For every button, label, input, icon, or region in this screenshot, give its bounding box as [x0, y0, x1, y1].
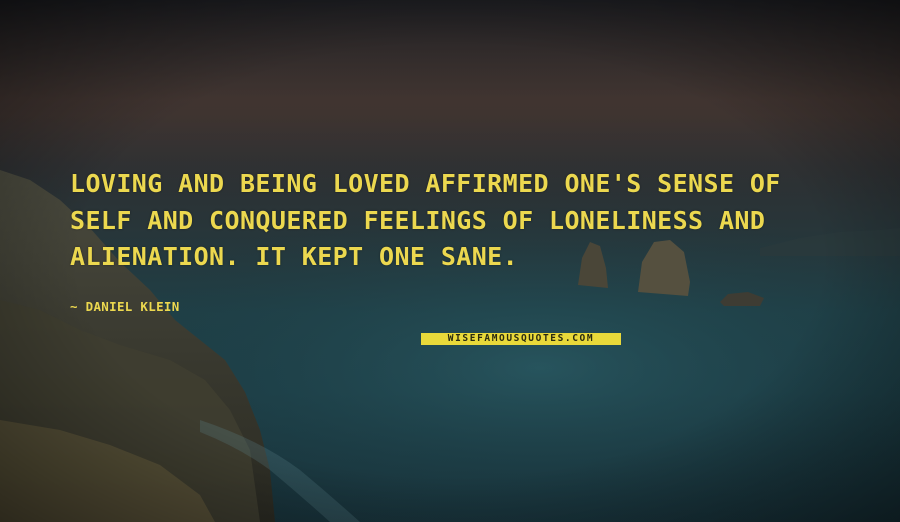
quote-text: LOVING AND BEING LOVED AFFIRMED ONE'S SE…	[70, 169, 781, 271]
site-watermark: WISEFAMOUSQUOTES.COM	[421, 333, 621, 345]
quote-image: LOVING AND BEING LOVED AFFIRMED ONE'S SE…	[0, 0, 900, 522]
quote-author: ~ DANIEL KLEIN	[70, 299, 180, 314]
